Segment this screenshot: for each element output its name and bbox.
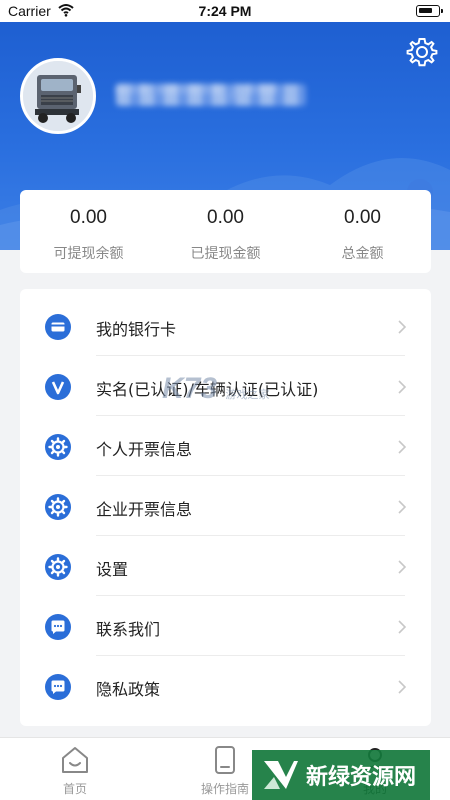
tab-label: 首页 [62, 782, 87, 796]
watermark-subtext: 游戏之家 [225, 389, 270, 401]
status-bar: Carrier 7:24 PM [0, 0, 450, 22]
menu-item-label: 设置 [96, 560, 129, 579]
menu-item-label: 企业开票信息 [96, 500, 193, 519]
stat-label: 已提现金额 [190, 246, 261, 262]
menu-item-label: 隐私政策 [96, 680, 161, 699]
balance-card: 0.00 可提现余额 0.00 已提现金额 0.00 总金额 [20, 190, 431, 273]
menu-item-label: 联系我们 [96, 620, 161, 639]
stat-label: 总金额 [341, 246, 384, 262]
total-amount[interactable]: 0.00 总金额 [294, 190, 431, 273]
menu-item-contact-us[interactable]: 联系我们 [20, 596, 431, 656]
gear-icon [45, 494, 71, 520]
chevron-right-icon [398, 620, 407, 634]
menu-item-label: 我的银行卡 [96, 320, 177, 339]
menu-item-bank-card[interactable]: 我的银行卡 [20, 296, 431, 356]
card-icon [45, 314, 71, 340]
chat-icon [45, 674, 71, 700]
chevron-right-icon [398, 500, 407, 514]
chevron-right-icon [398, 320, 407, 334]
verified-v-icon [45, 374, 71, 400]
chevron-right-icon [398, 380, 407, 394]
username: *** ****** / *** [116, 82, 280, 103]
watermark-text: 新绿资源网 [306, 765, 417, 790]
withdrawable-balance[interactable]: 0.00 可提现余额 [20, 190, 157, 273]
avatar[interactable] [20, 58, 96, 134]
truck-avatar-image [23, 61, 93, 131]
tab-home[interactable]: 首页 [0, 738, 150, 800]
stat-value: 0.00 [207, 207, 244, 228]
chevron-right-icon [398, 560, 407, 574]
menu-item-label: 个人开票信息 [96, 440, 193, 459]
stat-value: 0.00 [344, 207, 381, 228]
menu-item-personal-invoice[interactable]: 个人开票信息 [20, 416, 431, 476]
battery-icon [416, 5, 443, 17]
watermark-logo-icon [264, 761, 298, 789]
clock: 7:24 PM [198, 3, 252, 19]
home-icon [62, 747, 88, 773]
chevron-right-icon [398, 680, 407, 694]
menu-item-company-invoice[interactable]: 企业开票信息 [20, 476, 431, 536]
stat-value: 0.00 [70, 207, 107, 228]
menu-item-privacy-policy[interactable]: 隐私政策 [20, 656, 431, 716]
chevron-right-icon [398, 440, 407, 454]
watermark-text: K73 [162, 372, 218, 405]
settings-gear-icon[interactable] [406, 36, 438, 68]
menu-item-settings[interactable]: 设置 [20, 536, 431, 596]
gear-icon [45, 434, 71, 460]
gear-icon [45, 554, 71, 580]
stat-label: 可提现余额 [53, 246, 124, 262]
k73-watermark: K73 游戏之家 [162, 372, 269, 406]
withdrawn-amount[interactable]: 0.00 已提现金额 [157, 190, 294, 273]
guide-icon [215, 746, 235, 774]
chat-icon [45, 614, 71, 640]
menu-list: 我的银行卡 实名(已认证)/车辆认证(已认证) 个人开票信息 企业开票信息 设置… [20, 289, 431, 726]
site-watermark: 新绿资源网 [252, 750, 430, 800]
